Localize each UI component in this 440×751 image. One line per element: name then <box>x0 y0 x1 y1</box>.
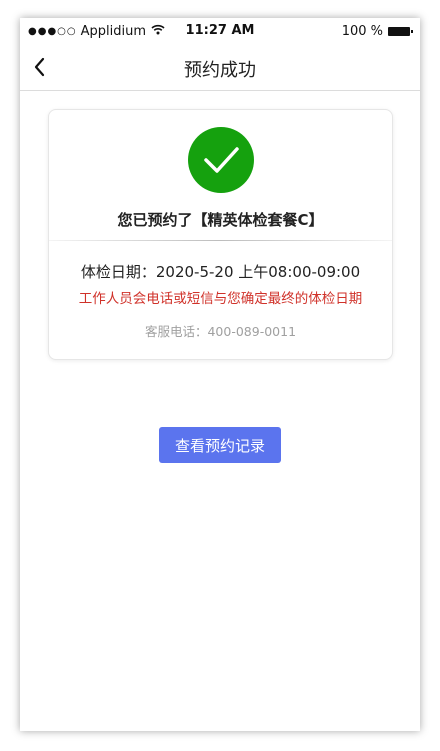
view-records-button[interactable]: 查看预约记录 <box>159 427 281 463</box>
page-title: 预约成功 <box>184 60 256 81</box>
navigation-bar: 预约成功 <box>20 44 420 91</box>
service-phone[interactable]: 客服电话：400-089-0011 <box>49 321 392 340</box>
phone-screen: ●●●○○ Applidium 11:27 AM 100 % 预约成功 您已预约… <box>20 18 420 731</box>
status-bar: ●●●○○ Applidium 11:27 AM 100 % <box>20 18 420 44</box>
success-check-icon <box>188 127 254 193</box>
status-right: 100 % <box>341 24 413 39</box>
booked-package-text: 您已预约了【精英体检套餐C】 <box>117 211 324 229</box>
battery-icon <box>388 27 413 36</box>
battery-percent: 100 % <box>341 24 383 39</box>
confirmation-notice: 工作人员会电话或短信与您确定最终的体检日期 <box>78 291 363 307</box>
booking-result-card: 您已预约了【精英体检套餐C】 体检日期：2020-5-20 上午08:00-09… <box>48 109 393 360</box>
card-divider <box>49 240 392 241</box>
exam-date-text: 体检日期：2020-5-20 上午08:00-09:00 <box>80 263 361 281</box>
